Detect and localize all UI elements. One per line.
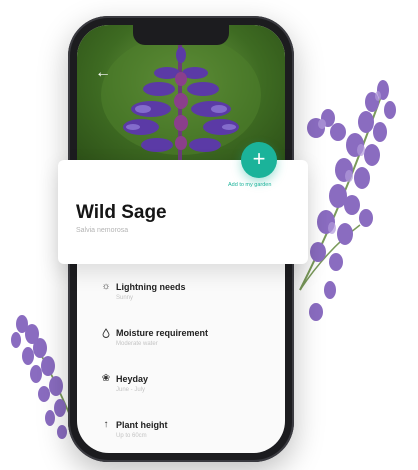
info-value: Sunny	[116, 295, 134, 301]
flower-icon: ❀	[101, 373, 111, 384]
info-label: Moisture requirement	[116, 328, 209, 338]
plant-name: Wild Sage	[76, 202, 167, 223]
plant-title-card: + Add to my garden Wild Sage Salvia nemo…	[58, 142, 308, 264]
info-row-lightning: ☼ Lightning needs Sunny	[101, 278, 271, 324]
info-label: Heyday	[116, 374, 149, 384]
arrow-up-icon: ↑	[103, 419, 109, 430]
add-to-garden-caption: Add to my garden	[228, 182, 272, 188]
info-value: Moderate water	[116, 341, 158, 347]
arrow-left-icon: ←	[95, 64, 111, 81]
lavender-sprig-right	[299, 80, 396, 321]
droplet-icon	[101, 328, 111, 338]
phone-notch	[133, 25, 229, 45]
back-button[interactable]: ←	[93, 63, 113, 83]
add-to-garden-button[interactable]: +	[241, 142, 277, 178]
plant-latin-name: Salvia nemorosa	[76, 227, 129, 234]
info-label: Plant height	[116, 420, 168, 430]
lavender-sprig-left	[11, 315, 73, 439]
info-value: June - July	[116, 387, 146, 393]
info-label: Lightning needs	[116, 282, 186, 292]
info-row-moisture: Moisture requirement Moderate water	[101, 324, 271, 370]
info-row-heyday: ❀ Heyday June - July	[101, 370, 271, 416]
plant-info-list: ☼ Lightning needs Sunny Moisture require…	[101, 278, 271, 462]
sun-icon: ☼	[101, 281, 111, 292]
info-row-height: ↑ Plant height Up to 60cm	[101, 416, 271, 462]
plus-icon: +	[252, 146, 266, 171]
info-value: Up to 60cm	[116, 433, 147, 439]
